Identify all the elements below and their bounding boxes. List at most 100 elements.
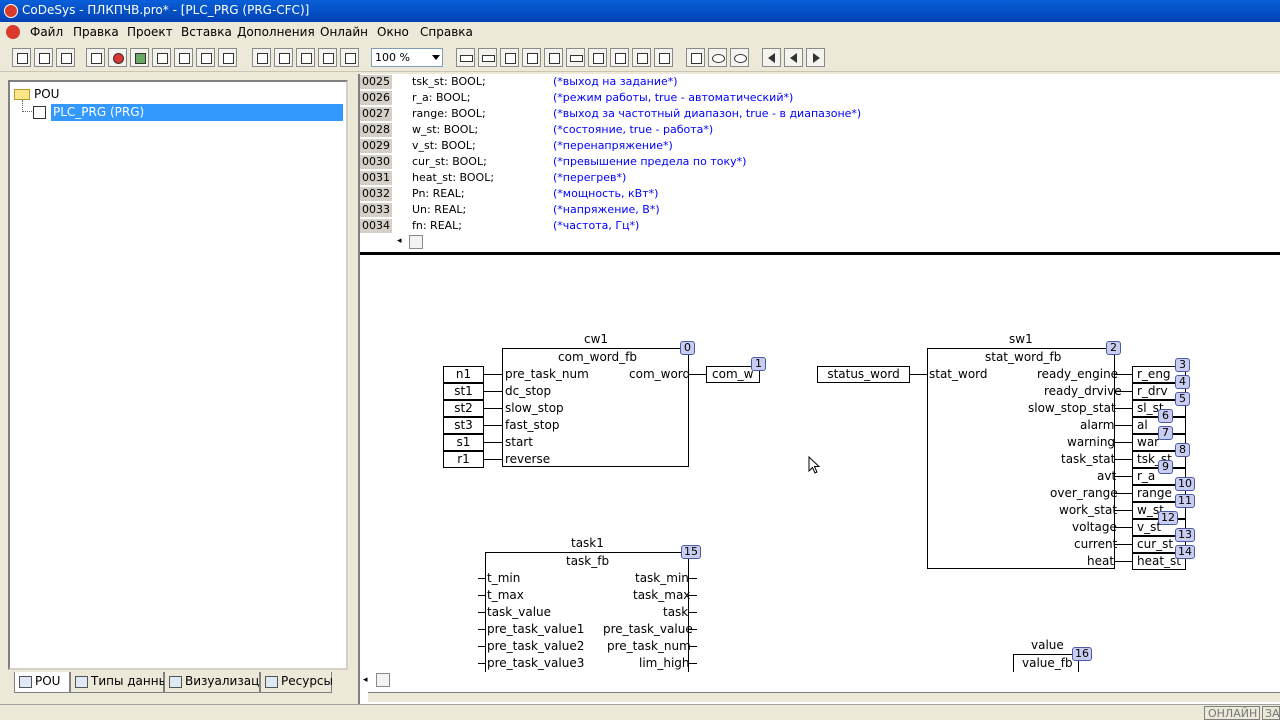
declaration-comment: (*напряжение, В*) xyxy=(553,203,660,216)
block-instance-name: cw1 xyxy=(584,332,609,346)
paste-icon[interactable] xyxy=(296,48,315,67)
next-icon[interactable] xyxy=(806,48,825,67)
cfc-jump-icon[interactable] xyxy=(522,48,541,67)
status-online: ОНЛАЙН xyxy=(1204,706,1260,720)
declaration-comment: (*превышение предела по току*) xyxy=(553,155,747,168)
prev-icon[interactable] xyxy=(784,48,803,67)
block-output-pin: warning xyxy=(1067,435,1116,449)
declaration-code: Pn: REAL; xyxy=(412,187,465,200)
pane-splitter[interactable] xyxy=(360,252,1280,255)
execution-order-badge: 15 xyxy=(681,545,701,559)
line-number: 0030 xyxy=(360,155,392,170)
cfc-macro-icon[interactable] xyxy=(686,48,705,67)
new-icon[interactable] xyxy=(12,48,31,67)
block-input-pin: fast_stop xyxy=(505,418,560,432)
block-output-pin: alarm xyxy=(1080,418,1115,432)
execution-order-badge: 8 xyxy=(1175,443,1190,457)
cfc-label-icon[interactable] xyxy=(544,48,563,67)
cfc-negate-icon[interactable] xyxy=(610,48,629,67)
menu-extras[interactable]: Дополнения xyxy=(237,25,315,39)
connection-line xyxy=(478,663,485,664)
connection-line xyxy=(478,646,485,647)
scroll-thumb[interactable] xyxy=(409,235,423,249)
block-input-pin: pre_task_value1 xyxy=(487,622,585,636)
stop-icon[interactable] xyxy=(108,48,127,67)
line-number: 0032 xyxy=(360,187,392,202)
connection-line xyxy=(484,425,502,426)
tab-pou[interactable]: POU xyxy=(14,672,70,693)
execution-order-badge: 11 xyxy=(1175,494,1195,508)
print-icon[interactable] xyxy=(174,48,193,67)
input-variable-box[interactable]: r1 xyxy=(443,451,484,468)
connection-line xyxy=(689,646,697,647)
input-variable-box[interactable]: st2 xyxy=(443,400,484,417)
window-title: CoDeSys - ПЛКПЧВ.pro* - [PLC_PRG (PRG-CF… xyxy=(22,3,310,17)
connection-line xyxy=(478,629,485,630)
line-number: 0026 xyxy=(360,91,392,106)
block-output-pin: pre_task_num xyxy=(607,639,691,653)
input-variable-box[interactable]: n1 xyxy=(443,366,484,383)
find-icon[interactable] xyxy=(318,48,337,67)
doc-icon xyxy=(6,25,20,39)
block-type-name: task_fb xyxy=(566,554,610,568)
connection-line xyxy=(1115,442,1132,443)
menu-window[interactable]: Окно xyxy=(377,25,409,39)
cfc-macro-in-icon[interactable] xyxy=(708,48,727,67)
scroll-left-icon[interactable]: ◂ xyxy=(397,236,402,246)
menu-project[interactable]: Проект xyxy=(127,25,173,39)
open-icon[interactable] xyxy=(34,48,53,67)
execution-order-badge: 16 xyxy=(1072,647,1092,661)
replace-icon[interactable] xyxy=(218,48,237,67)
input-variable-box[interactable]: status_word xyxy=(817,366,910,383)
tree-item-plc-prg[interactable]: PLC_PRG (PRG) xyxy=(51,104,343,121)
run-icon[interactable] xyxy=(130,48,149,67)
find-next-icon[interactable] xyxy=(340,48,359,67)
input-variable-box[interactable]: s1 xyxy=(443,434,484,451)
declaration-pane[interactable] xyxy=(360,74,1280,252)
menu-insert[interactable]: Вставка xyxy=(181,25,232,39)
menu-edit[interactable]: Правка xyxy=(73,25,119,39)
cfc-enable-icon[interactable] xyxy=(654,48,673,67)
scroll-thumb[interactable] xyxy=(376,673,390,687)
mouse-cursor-icon xyxy=(808,456,821,474)
cfc-input-icon[interactable] xyxy=(456,48,475,67)
execution-order-badge: 3 xyxy=(1175,358,1190,372)
input-variable-box[interactable]: st1 xyxy=(443,383,484,400)
first-icon[interactable] xyxy=(762,48,781,67)
menu-online[interactable]: Онлайн xyxy=(320,25,368,39)
connection-line xyxy=(478,578,485,579)
block-output-pin: task xyxy=(663,605,689,619)
connection-line xyxy=(1115,493,1132,494)
scroll-left-icon[interactable]: ◂ xyxy=(363,675,368,685)
tab-data-types[interactable]: Типы данных xyxy=(70,672,175,693)
declaration-comment: (*перегрев*) xyxy=(553,171,627,184)
menu-help[interactable]: Справка xyxy=(420,25,473,39)
zoom-value: 100 % xyxy=(375,51,410,64)
cfc-box-icon[interactable] xyxy=(500,48,519,67)
cfc-comment-icon[interactable] xyxy=(588,48,607,67)
tab-visualizations[interactable]: Визуализации xyxy=(164,672,275,693)
search-icon[interactable] xyxy=(196,48,215,67)
cut-icon[interactable] xyxy=(252,48,271,67)
object-organizer xyxy=(8,80,348,670)
input-variable-box[interactable]: st3 xyxy=(443,417,484,434)
copy-icon[interactable] xyxy=(274,48,293,67)
block-input-pin: start xyxy=(505,435,533,449)
line-number: 0034 xyxy=(360,219,392,234)
cfc-return-icon[interactable] xyxy=(566,48,585,67)
cfc-set-reset-icon[interactable] xyxy=(632,48,651,67)
step-icon[interactable] xyxy=(152,48,171,67)
declaration-code: v_st: BOOL; xyxy=(412,139,476,152)
cfc-macro-out-icon[interactable] xyxy=(730,48,749,67)
menu-file[interactable]: Файл xyxy=(30,25,63,39)
tree-root-pou[interactable]: POU xyxy=(34,87,59,101)
compile-icon[interactable] xyxy=(86,48,105,67)
declaration-comment: (*выход за частотный диапазон, true - в … xyxy=(553,107,862,120)
save-icon[interactable] xyxy=(56,48,75,67)
horizontal-scrollbar[interactable] xyxy=(368,692,1280,702)
declaration-code: range: BOOL; xyxy=(412,107,486,120)
tab-resources[interactable]: Ресурсы xyxy=(260,672,333,693)
line-number: 0029 xyxy=(360,139,392,154)
cfc-output-icon[interactable] xyxy=(478,48,497,67)
zoom-select[interactable]: 100 % xyxy=(371,48,443,67)
